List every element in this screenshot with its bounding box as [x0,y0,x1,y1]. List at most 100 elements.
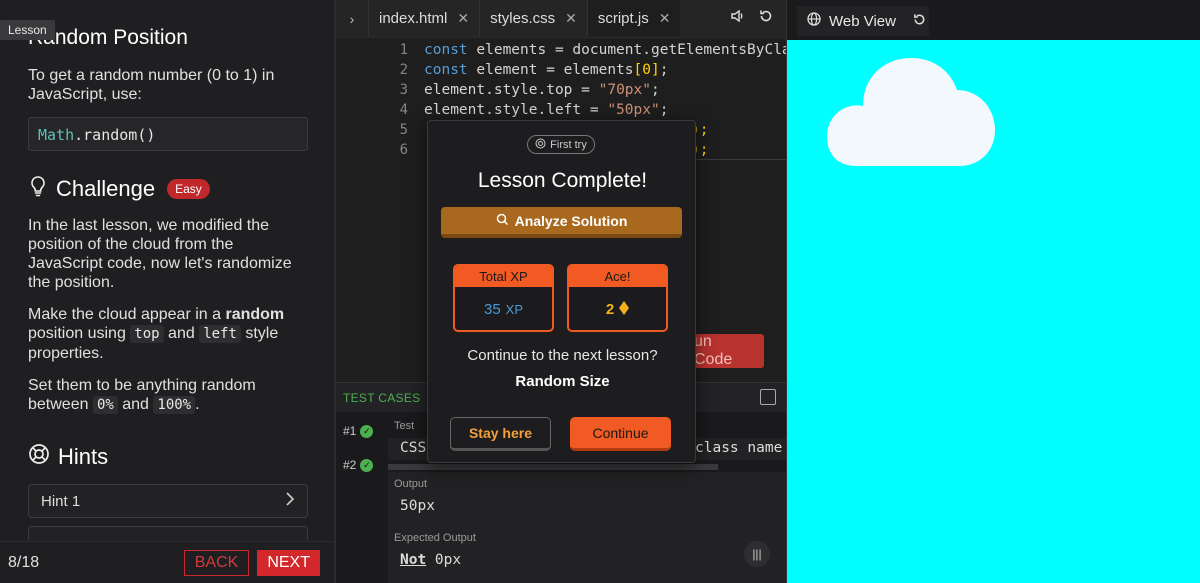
lesson-intro: To get a random number (0 to 1) in JavaS… [28,67,275,103]
output-value: 50px [400,498,435,514]
expected-text: 0px [426,552,462,568]
code-text: ; [651,82,660,98]
panel-toggle-icon[interactable] [760,389,776,405]
code-text: ; [659,62,669,78]
horizontal-scrollbar[interactable] [388,464,718,470]
close-icon[interactable]: ✕ [659,10,671,27]
code-text: elements = document.getElementsByClass [467,42,809,58]
lesson-footer: 8/18 BACK NEXT [0,541,334,583]
inline-code-left: left [199,325,241,343]
para3-text-c: . [195,396,200,413]
challenge-para-1: In the last lesson, we modified the posi… [28,217,292,291]
test-cases-label[interactable]: TEST CASES [336,391,420,405]
total-xp-label: Total XP [455,266,552,287]
stay-here-button[interactable]: Stay here [450,417,551,451]
code-line-4: element.style.left = "50px"; [424,100,668,120]
cloud-image [827,58,995,166]
hint-2-button[interactable] [28,526,308,540]
code-example: Math.random() [28,117,308,151]
code-string: "50px" [607,102,660,118]
code-text: element = elements [467,62,634,78]
target-icon [535,138,546,152]
challenge-para-3: Set them to be anything random between 0… [28,376,308,415]
para2-text-c: position using [28,325,131,342]
diamond-icon [619,300,630,319]
total-xp-card: Total XP 35 XP [453,264,554,332]
code-text: element.style.top = [424,82,599,98]
code-text: ; [659,102,669,118]
dialog-title: Lesson Complete! [477,169,648,192]
check-icon: ✓ [360,424,374,438]
keyword: const [424,62,468,78]
challenge-header: Challenge Easy [28,175,308,202]
next-button[interactable]: NEXT [257,549,320,576]
para2-text-a: Make the cloud appear in a [28,306,226,323]
inline-code-zero: 0% [92,396,118,414]
back-button[interactable]: BACK [183,549,250,576]
difficulty-badge: Easy [167,178,210,199]
lesson-panel: Random Position To get a random number (… [0,0,336,583]
code-line-1: const elements = document.getElementsByC… [424,40,808,60]
reset-icon[interactable] [758,8,774,29]
hints-title: Hints [58,443,109,469]
code-string: "70px" [598,82,651,98]
output-box: Output 50px [388,472,786,530]
inline-code-top: top [130,325,164,343]
continue-button[interactable]: Continue [570,417,671,451]
test-case-1[interactable]: #1 ✓ [343,424,374,438]
code-object: Math [38,126,75,144]
drag-handle-icon[interactable]: ||| [744,541,770,567]
globe-icon [807,12,821,30]
close-icon[interactable]: ✕ [565,10,577,27]
run-code-button[interactable]: un Code [694,333,764,368]
code-line-3: element.style.top = "70px"; [424,80,660,100]
check-icon: ✓ [360,458,374,472]
keyword: const [424,42,468,58]
para2-emphasis: random [225,306,285,323]
expected-output-box: Expected Output Not 0px [388,528,786,583]
expected-output-label: Expected Output [394,532,476,544]
para2-text-d: and [163,325,200,342]
tab-index-html[interactable]: index.html ✕ [368,0,479,37]
speaker-icon[interactable] [730,8,746,29]
line-number: 2 [399,62,408,78]
tab-label: script.js [597,10,649,27]
refresh-icon[interactable] [912,12,927,31]
next-lesson-name: Random Size [515,373,610,390]
output-label: Output [394,478,428,490]
lesson-content: Random Position To get a random number (… [0,0,334,540]
code-line-6-tail: ); [691,140,786,160]
first-try-label: First try [550,138,587,151]
line-number: 1 [399,42,408,58]
search-icon [496,213,509,229]
editor-toolbar [730,0,786,37]
web-view-tab[interactable]: Web View [797,6,929,36]
lesson-title: Random Position [28,26,188,49]
lightbulb-icon [28,175,48,202]
expand-chevron-icon[interactable]: › [336,0,368,37]
challenge-para-2: Make the cloud appear in a random positi… [28,305,308,363]
close-icon[interactable]: ✕ [457,10,469,27]
analyze-solution-button[interactable]: Analyze Solution [441,207,682,238]
challenge-title: Challenge [56,175,156,201]
web-view-label: Web View [829,12,896,30]
ace-value: 2 [569,287,666,330]
tab-script-js[interactable]: script.js ✕ [586,0,681,37]
test-case-2[interactable]: #2 ✓ [343,458,374,472]
code-method: .random() [74,126,156,144]
lesson-tab-tag[interactable]: Lesson [0,20,55,40]
web-view-header: Web View [787,0,1200,40]
code-line-2: const element = elements[0]; [424,60,668,80]
tab-label: index.html [379,10,448,27]
line-number: 3 [399,82,408,98]
line-number: 6 [399,142,408,158]
test-value-right: class name [695,440,783,456]
tab-styles-css[interactable]: styles.css ✕ [479,0,587,37]
lesson-complete-dialog: First try Lesson Complete! Analyze Solut… [427,120,696,463]
hint-1-button[interactable]: Hint 1 [28,484,308,518]
code-index: [0] [633,62,660,78]
lesson-progress: 8/18 [8,553,40,571]
expected-output-value: Not 0px [400,552,461,568]
para3-text-b: and [117,396,154,413]
case-number: #2 [343,458,357,472]
